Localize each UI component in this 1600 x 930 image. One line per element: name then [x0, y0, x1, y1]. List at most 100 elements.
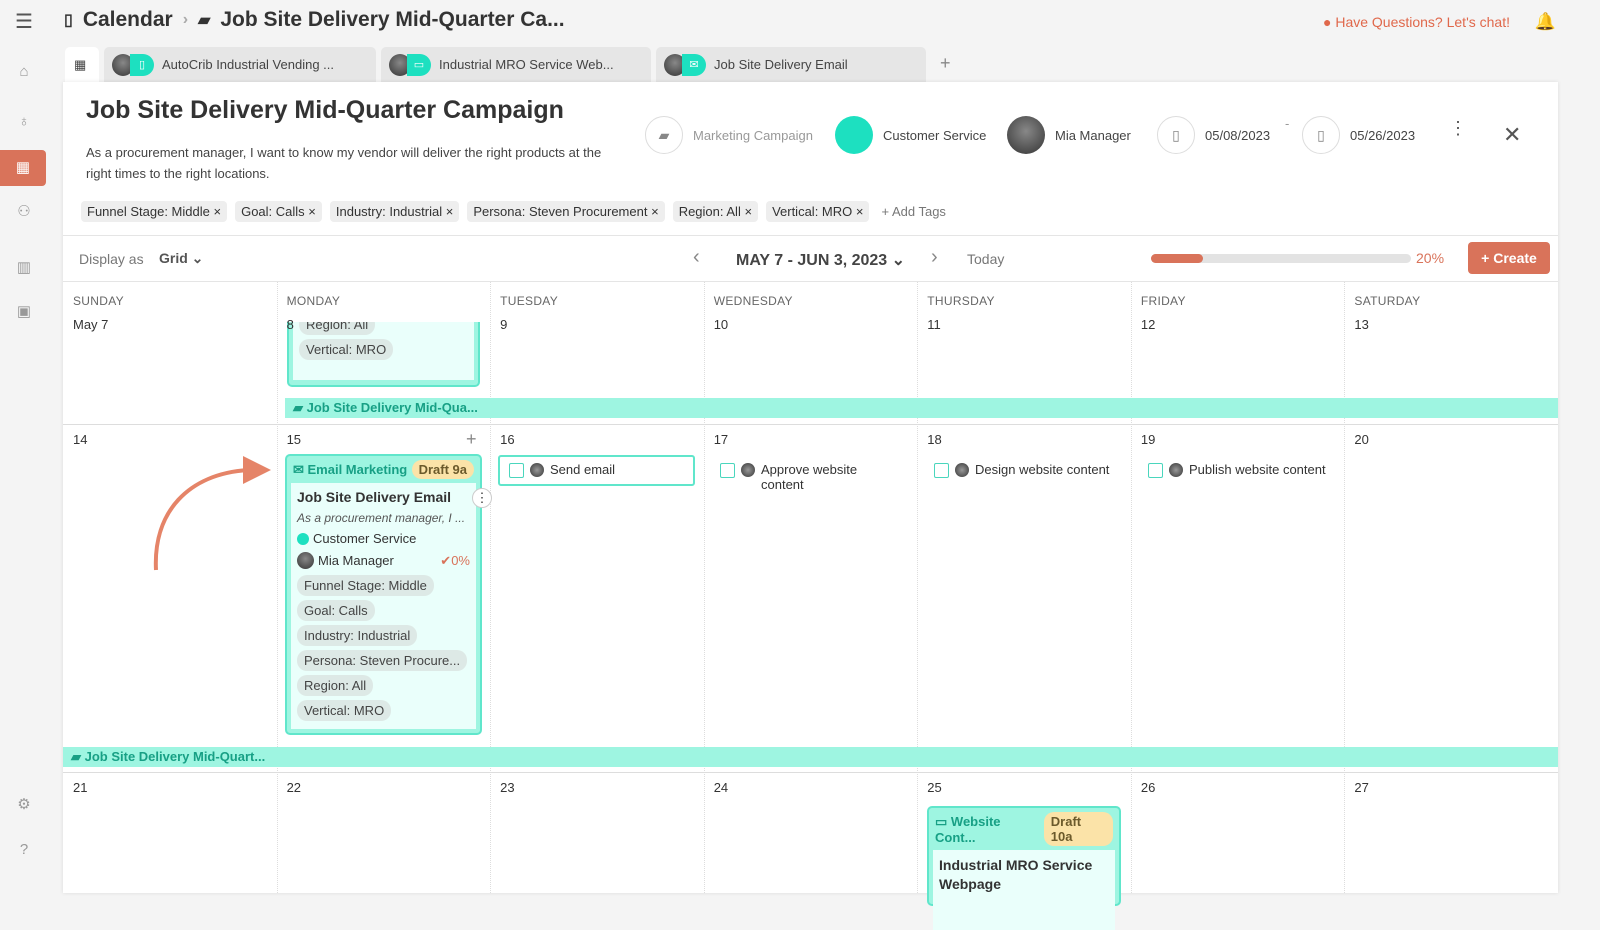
campaign-type[interactable]: ▰ Marketing Campaign	[645, 116, 813, 154]
team-label: Customer Service	[883, 127, 987, 143]
day-number[interactable]: 8	[287, 317, 294, 332]
day-number[interactable]: 12	[1141, 317, 1155, 332]
campaign-bar[interactable]: ▰ Job Site Delivery Mid-Quart...	[63, 747, 1558, 767]
more-options-icon[interactable]: ⋮	[1449, 119, 1467, 137]
bell-icon[interactable]: 🔔	[1535, 12, 1556, 32]
help-icon[interactable]: ?	[14, 840, 34, 860]
tab-mro[interactable]: ▭ Industrial MRO Service Web...	[381, 47, 651, 82]
briefcase-icon[interactable]: ▣	[14, 302, 34, 322]
task-item[interactable]: Publish website content	[1148, 462, 1326, 478]
chart-icon[interactable]: ▥	[14, 258, 34, 278]
day-number[interactable]: 22	[287, 780, 301, 795]
prev-button[interactable]: ‹	[693, 246, 700, 269]
website-event-card[interactable]: ▭ Website Cont... Draft 10a Industrial MR…	[927, 806, 1121, 930]
display-as-label: Display as	[79, 251, 144, 267]
add-tags-button[interactable]: + Add Tags	[877, 201, 949, 222]
email-event-card[interactable]: ✉ Email Marketing Draft 9a Job Site Deliv…	[285, 454, 492, 735]
day-number[interactable]: 15	[287, 432, 301, 447]
day-number[interactable]: 9	[500, 317, 507, 332]
day-number[interactable]: 27	[1354, 780, 1368, 795]
display-select[interactable]: Grid ⌄	[159, 250, 203, 267]
status-badge: Draft 9a	[411, 460, 474, 479]
day-number[interactable]: 13	[1354, 317, 1368, 332]
task-item[interactable]: Design website content	[934, 462, 1109, 478]
remove-tag-icon[interactable]: ×	[744, 204, 752, 219]
breadcrumb-calendar[interactable]: Calendar	[83, 8, 173, 32]
menu-icon[interactable]: ☰	[14, 12, 34, 32]
remove-tag-icon[interactable]: ×	[856, 204, 864, 219]
day-number[interactable]: 21	[73, 780, 87, 795]
date-range-label: MAY 7 - JUN 3, 2023	[736, 252, 888, 269]
day-number[interactable]: 16	[500, 432, 514, 447]
day-number[interactable]: 10	[714, 317, 728, 332]
tag-chip: Persona: Steven Procurement ×	[467, 201, 665, 222]
channel-text: Website Cont...	[935, 813, 1001, 845]
avatar	[530, 463, 544, 477]
checkbox[interactable]	[509, 463, 524, 478]
campaign-bar-label: Job Site Delivery Mid-Quart...	[84, 749, 266, 764]
remove-tag-icon[interactable]: ×	[651, 204, 659, 219]
day-column	[1344, 282, 1346, 893]
day-number[interactable]: May 7	[73, 317, 108, 332]
day-number[interactable]: 26	[1141, 780, 1155, 795]
end-date[interactable]: ▯ 05/26/2023	[1302, 116, 1415, 154]
checkbox[interactable]	[720, 463, 735, 478]
day-header: SUNDAY	[73, 294, 124, 308]
settings-icon[interactable]: ⚙	[14, 795, 34, 815]
day-number[interactable]: 17	[714, 432, 728, 447]
task-item[interactable]: Send email	[509, 462, 615, 478]
channel-label: ✉ Email Marketing	[293, 461, 408, 477]
day-number[interactable]: 11	[927, 317, 941, 332]
card-owner: Mia Manager	[318, 553, 394, 568]
progress-bar	[1151, 254, 1411, 263]
sidebar: ☰ ⌂ ♁ ▦ ⚇ ▥ ▣ ⚙ ?	[0, 0, 48, 893]
day-number[interactable]: 18	[927, 432, 941, 447]
home-icon[interactable]: ⌂	[14, 62, 34, 82]
checkbox[interactable]	[934, 463, 949, 478]
folder-icon: ▰	[645, 116, 683, 154]
users-icon[interactable]: ⚇	[14, 202, 34, 222]
tag-chip: Vertical: MRO ×	[766, 201, 870, 222]
status-badge: Draft 10a	[1043, 812, 1113, 846]
today-button[interactable]: Today	[967, 251, 1004, 267]
tag-label: Vertical: MRO	[772, 204, 853, 219]
calendar-icon[interactable]: ▦	[0, 150, 46, 186]
add-event-button[interactable]: +	[466, 429, 477, 450]
remove-tag-icon[interactable]: ×	[446, 204, 454, 219]
task-label: Publish website content	[1189, 462, 1326, 477]
remove-tag-icon[interactable]: ×	[308, 204, 316, 219]
tab-email[interactable]: ✉ Job Site Delivery Email	[656, 47, 926, 82]
day-number[interactable]: 23	[500, 780, 514, 795]
day-number[interactable]: 19	[1141, 432, 1155, 447]
remove-tag-icon[interactable]: ×	[213, 204, 221, 219]
tab-autocrib[interactable]: ▯ AutoCrib Industrial Vending ...	[104, 47, 376, 82]
checkbox[interactable]	[1148, 463, 1163, 478]
avatar	[1007, 116, 1045, 154]
day-number[interactable]: 24	[714, 780, 728, 795]
event-card-partial[interactable]: Region: All Vertical: MRO	[287, 322, 480, 387]
day-number[interactable]: 14	[73, 432, 87, 447]
channel-text: Email Marketing	[307, 461, 408, 477]
tag-pill: Persona: Steven Procure...	[297, 650, 468, 671]
task-label: Approve website content	[761, 462, 858, 492]
close-icon[interactable]: ✕	[1503, 122, 1521, 148]
campaign-bar[interactable]: ▰ Job Site Delivery Mid-Qua...	[285, 398, 1558, 418]
day-header: SATURDAY	[1354, 294, 1421, 308]
card-menu-button[interactable]: ⋮	[472, 488, 492, 508]
campaign-bar-label: Job Site Delivery Mid-Qua...	[306, 400, 478, 415]
next-button[interactable]: ›	[931, 246, 938, 269]
lightbulb-icon[interactable]: ♁	[14, 112, 34, 132]
chat-link[interactable]: ● Have Questions? Let's chat!	[1323, 14, 1510, 30]
owner-selector[interactable]: Mia Manager	[1007, 116, 1131, 154]
task-item[interactable]: Approve website content	[720, 462, 880, 492]
day-number[interactable]: 20	[1354, 432, 1368, 447]
card-progress: ✔0%	[440, 552, 470, 568]
create-button[interactable]: + Create	[1468, 242, 1550, 274]
team-selector[interactable]: Customer Service	[835, 116, 986, 154]
folder-icon: ▰	[198, 12, 211, 29]
add-tab-button[interactable]: +	[940, 53, 951, 74]
day-number[interactable]: 25	[927, 780, 941, 795]
start-date[interactable]: ▯ 05/08/2023	[1157, 116, 1270, 154]
tab-calendar[interactable]: ▦	[65, 47, 99, 82]
date-range-select[interactable]: MAY 7 - JUN 3, 2023 ⌄	[736, 250, 905, 270]
